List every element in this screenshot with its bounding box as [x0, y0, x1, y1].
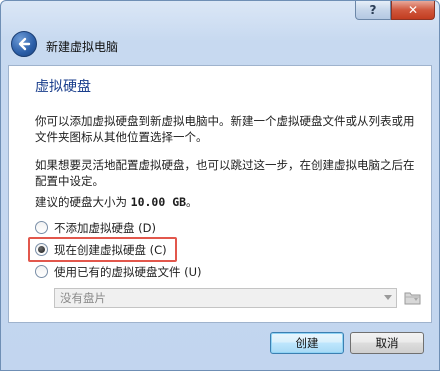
- option-create-disk-label: 现在创建虚拟硬盘 (C): [54, 242, 167, 257]
- recommended-size-value: 10.00 GB: [130, 195, 187, 209]
- create-button[interactable]: 创建: [270, 332, 344, 354]
- wizard-title: 新建虚拟电脑: [46, 40, 119, 54]
- wizard-header: 新建虚拟电脑: [8, 26, 432, 66]
- title-bar: ? ✕: [1, 1, 439, 25]
- close-button[interactable]: ✕: [391, 1, 435, 20]
- back-arrow-icon: [18, 37, 31, 51]
- option-no-disk[interactable]: 不添加虚拟硬盘 (D): [35, 219, 156, 236]
- content-panel: 虚拟硬盘 你可以添加虚拟硬盘到新虚拟电脑中。新建一个虚拟硬盘文件或从列表或用文件…: [8, 65, 432, 323]
- back-button[interactable]: [11, 31, 37, 57]
- chevron-down-icon: [384, 295, 392, 300]
- disk-file-select-value: 没有盘片: [60, 291, 106, 305]
- option-existing-disk[interactable]: 使用已有的虚拟硬盘文件 (U): [35, 263, 202, 280]
- option-existing-disk-label: 使用已有的虚拟硬盘文件 (U): [54, 264, 202, 279]
- radio-selected-dot: [38, 246, 45, 253]
- option-no-disk-label: 不添加虚拟硬盘 (D): [54, 220, 156, 235]
- folder-icon: [404, 292, 421, 305]
- page-title: 虚拟硬盘: [35, 79, 91, 95]
- radio-create-disk[interactable]: [35, 243, 48, 256]
- disk-file-select[interactable]: 没有盘片: [54, 288, 397, 308]
- radio-no-disk[interactable]: [35, 221, 48, 234]
- dialog-window: ? ✕ 新建虚拟电脑 虚拟硬盘 你可以添加虚拟硬盘到新虚拟电脑中。新建一个虚拟硬…: [0, 0, 440, 371]
- option-create-disk[interactable]: 现在创建虚拟硬盘 (C): [35, 241, 167, 258]
- description-paragraph: 你可以添加虚拟硬盘到新虚拟电脑中。新建一个虚拟硬盘文件或从列表或用文件夹图标从其…: [35, 114, 415, 144]
- recommended-size-prefix: 建议的硬盘大小为: [35, 195, 131, 209]
- skip-hint-paragraph: 如果想要灵活地配置虚拟硬盘，也可以跳过这一步，在创建虚拟电脑之后在配置中设定。: [35, 158, 415, 188]
- button-bar: 创建 取消: [8, 323, 432, 365]
- help-button[interactable]: ?: [355, 1, 391, 20]
- radio-existing-disk[interactable]: [35, 265, 48, 278]
- cancel-button[interactable]: 取消: [350, 332, 424, 354]
- recommended-size-suffix: 。: [186, 195, 198, 209]
- choose-disk-file-button[interactable]: [404, 289, 422, 307]
- recommended-size-text: 建议的硬盘大小为 10.00 GB。: [35, 194, 415, 210]
